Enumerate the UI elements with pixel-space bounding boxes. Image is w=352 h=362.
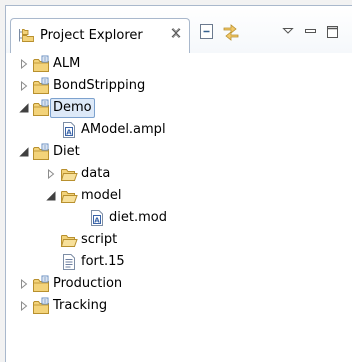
expand-twistie-icon[interactable] xyxy=(19,301,29,311)
tree-item-label: AModel.ampl xyxy=(81,122,166,137)
collapse-twistie-icon[interactable] xyxy=(19,147,29,157)
collapse-twistie-icon[interactable] xyxy=(46,191,56,201)
project-folder-icon xyxy=(32,275,50,293)
tree-item-label: Production xyxy=(53,276,123,291)
view-title: Project Explorer xyxy=(40,28,143,43)
ampl-file-icon xyxy=(88,209,106,227)
tree-item-label: diet.mod xyxy=(109,210,167,225)
tree-item-label: model xyxy=(81,188,122,203)
close-x-icon[interactable] xyxy=(169,26,183,40)
project-folder-icon xyxy=(32,143,50,161)
tree-item-label: data xyxy=(81,166,111,181)
expand-twistie-icon[interactable] xyxy=(19,81,29,91)
expand-twistie-icon[interactable] xyxy=(46,169,56,179)
project-folder-icon xyxy=(32,55,50,73)
ampl-file-icon xyxy=(60,121,78,139)
folder-icon xyxy=(60,165,78,183)
tree-item-label: script xyxy=(81,232,118,247)
folder-icon xyxy=(60,231,78,249)
link-with-editor-icon[interactable] xyxy=(222,23,240,41)
tree-item-label: ALM xyxy=(53,56,81,71)
folder-open-icon xyxy=(60,187,78,205)
project-folder-icon xyxy=(32,99,50,117)
project-explorer-icon xyxy=(19,29,34,42)
view-tab-bar: Project Explorer xyxy=(6,6,352,53)
collapse-all-icon[interactable] xyxy=(199,23,217,41)
tree-item-label: BondStripping xyxy=(53,78,146,93)
project-explorer-view: Project Explorer ALM BondStripping Demo … xyxy=(5,5,352,362)
minimize-icon[interactable] xyxy=(302,23,320,41)
collapse-twistie-icon[interactable] xyxy=(19,103,29,113)
project-explorer-tab[interactable]: Project Explorer xyxy=(10,18,190,53)
maximize-icon[interactable] xyxy=(324,23,342,41)
text-file-icon xyxy=(60,253,78,271)
view-menu-icon[interactable] xyxy=(280,23,298,41)
expand-twistie-icon[interactable] xyxy=(19,59,29,69)
tree-item-label: Tracking xyxy=(53,298,108,313)
tree-item-label: Demo xyxy=(50,98,95,118)
project-folder-icon xyxy=(32,77,50,95)
project-folder-icon xyxy=(32,297,50,315)
tree-item-label: fort.15 xyxy=(81,254,125,269)
tree-item-label: Diet xyxy=(53,144,80,159)
expand-twistie-icon[interactable] xyxy=(19,279,29,289)
